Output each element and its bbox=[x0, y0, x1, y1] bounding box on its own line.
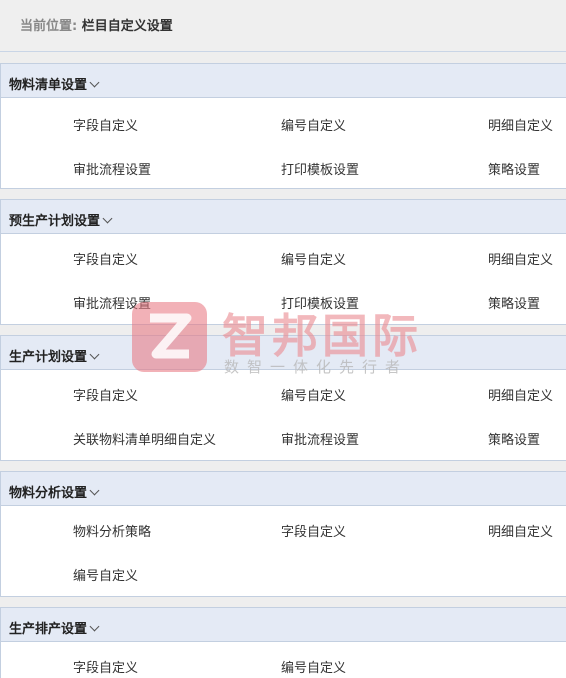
link-strategy[interactable]: 策略设置 bbox=[488, 159, 540, 178]
link-detail-custom[interactable]: 明细自定义 bbox=[488, 521, 553, 540]
link-field-custom[interactable]: 字段自定义 bbox=[73, 249, 138, 268]
section-production-scheduling-settings: 生产排产设置 字段自定义 编号自定义 bbox=[0, 607, 566, 678]
breadcrumb: 当前位置: 栏目自定义设置 bbox=[0, 0, 566, 52]
section-header-production-plan[interactable]: 生产计划设置 bbox=[1, 336, 566, 370]
link-field-custom[interactable]: 字段自定义 bbox=[73, 385, 138, 404]
link-material-analysis-strategy[interactable]: 物料分析策略 bbox=[73, 521, 151, 540]
link-print-template[interactable]: 打印模板设置 bbox=[281, 159, 359, 178]
link-detail-custom[interactable]: 明细自定义 bbox=[488, 115, 553, 134]
link-strategy[interactable]: 策略设置 bbox=[488, 293, 540, 312]
link-field-custom[interactable]: 字段自定义 bbox=[73, 115, 138, 134]
breadcrumb-current: 栏目自定义设置 bbox=[81, 19, 173, 34]
section-title: 物料分析设置 bbox=[9, 486, 88, 501]
link-approval-flow[interactable]: 审批流程设置 bbox=[281, 429, 359, 448]
section-header-production-scheduling[interactable]: 生产排产设置 bbox=[1, 608, 566, 642]
section-bom-settings: 物料清单设置 字段自定义 编号自定义 明细自定义 审批流程设置 打印模板设置 策… bbox=[0, 63, 566, 189]
link-number-custom[interactable]: 编号自定义 bbox=[281, 115, 346, 134]
link-number-custom[interactable]: 编号自定义 bbox=[281, 657, 346, 676]
section-header-bom[interactable]: 物料清单设置 bbox=[1, 64, 566, 98]
link-number-custom[interactable]: 编号自定义 bbox=[73, 565, 138, 584]
section-preproduction-plan-settings: 预生产计划设置 字段自定义 编号自定义 明细自定义 审批流程设置 打印模板设置 … bbox=[0, 199, 566, 325]
chevron-down-icon[interactable] bbox=[89, 349, 100, 360]
chevron-down-icon[interactable] bbox=[89, 485, 100, 496]
link-approval-flow[interactable]: 审批流程设置 bbox=[73, 293, 151, 312]
link-print-template[interactable]: 打印模板设置 bbox=[281, 293, 359, 312]
link-bom-detail-custom[interactable]: 关联物料清单明细自定义 bbox=[73, 429, 216, 448]
link-detail-custom[interactable]: 明细自定义 bbox=[488, 249, 553, 268]
section-title: 物料清单设置 bbox=[9, 78, 88, 93]
link-detail-custom[interactable]: 明细自定义 bbox=[488, 385, 553, 404]
settings-page: 当前位置: 栏目自定义设置 物料清单设置 字段自定义 编号自定义 明细自定义 审… bbox=[0, 0, 566, 678]
section-header-preproduction[interactable]: 预生产计划设置 bbox=[1, 200, 566, 234]
link-number-custom[interactable]: 编号自定义 bbox=[281, 385, 346, 404]
link-approval-flow[interactable]: 审批流程设置 bbox=[73, 159, 151, 178]
section-material-analysis-settings: 物料分析设置 物料分析策略 字段自定义 明细自定义 编号自定义 bbox=[0, 471, 566, 597]
link-field-custom[interactable]: 字段自定义 bbox=[73, 657, 138, 676]
section-title: 生产排产设置 bbox=[9, 622, 88, 637]
section-header-material-analysis[interactable]: 物料分析设置 bbox=[1, 472, 566, 506]
link-strategy[interactable]: 策略设置 bbox=[488, 429, 540, 448]
chevron-down-icon[interactable] bbox=[89, 77, 100, 88]
chevron-down-icon[interactable] bbox=[102, 213, 113, 224]
section-title: 预生产计划设置 bbox=[9, 214, 101, 229]
link-field-custom[interactable]: 字段自定义 bbox=[281, 521, 346, 540]
section-production-plan-settings: 生产计划设置 字段自定义 编号自定义 明细自定义 关联物料清单明细自定义 审批流… bbox=[0, 335, 566, 461]
breadcrumb-prefix: 当前位置: bbox=[20, 19, 78, 34]
section-title: 生产计划设置 bbox=[9, 350, 88, 365]
chevron-down-icon[interactable] bbox=[89, 621, 100, 632]
link-number-custom[interactable]: 编号自定义 bbox=[281, 249, 346, 268]
